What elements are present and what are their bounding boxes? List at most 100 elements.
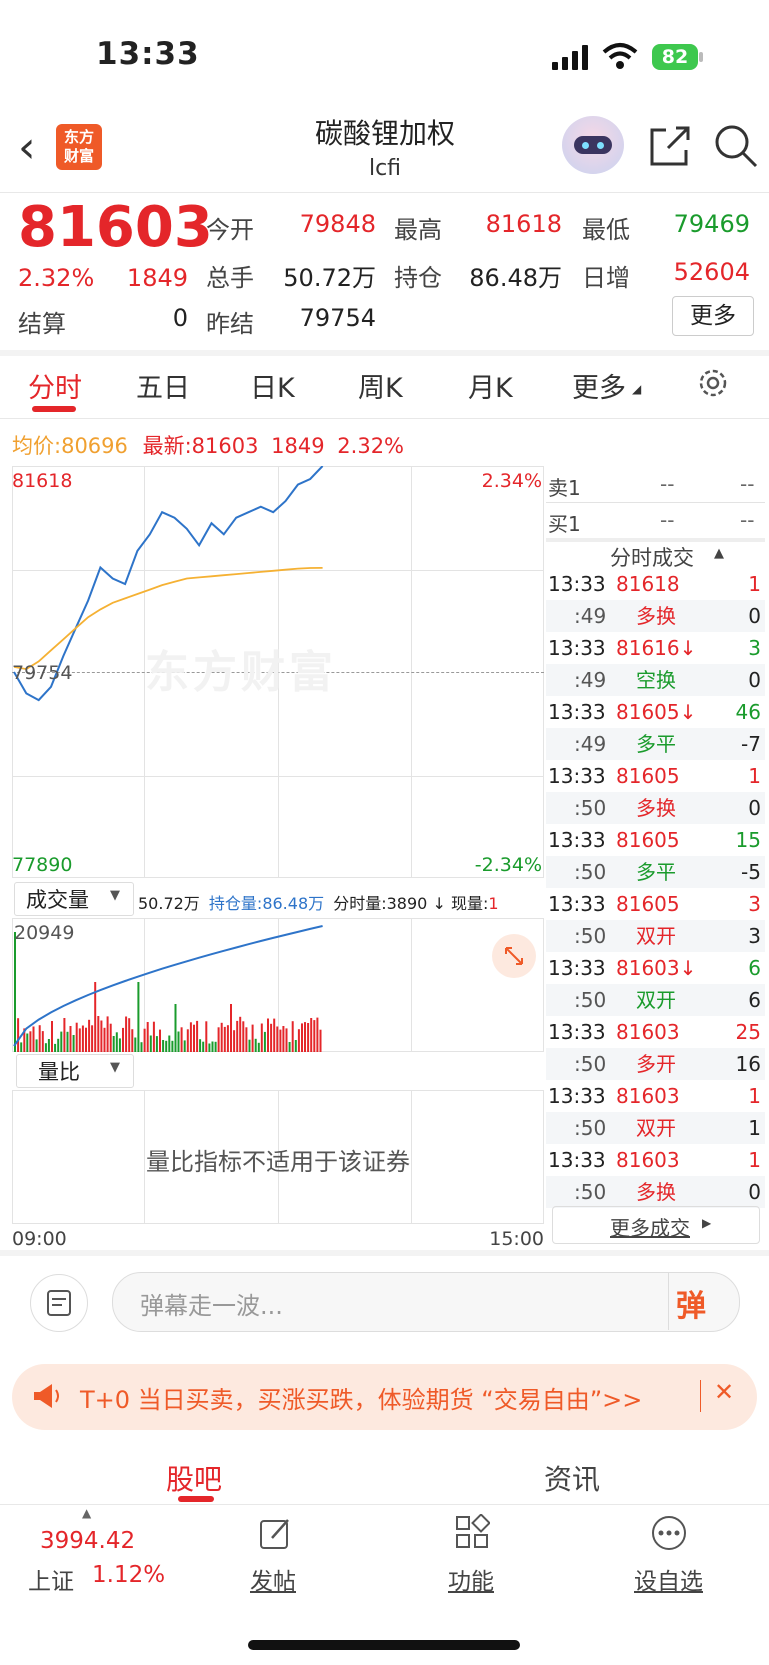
battery-indicator: 82 — [652, 44, 698, 70]
volume-bar — [66, 1031, 69, 1052]
trade-time: 13:33 — [548, 636, 606, 660]
volume-bar — [196, 1020, 199, 1052]
trade-kind: 多平 — [636, 860, 676, 884]
volume-bar — [146, 1022, 149, 1052]
function-grid-icon[interactable] — [454, 1514, 490, 1550]
more-dots-icon[interactable] — [650, 1514, 688, 1552]
chart-bottom-price: 77890 — [12, 854, 73, 876]
volume-bar — [177, 1031, 180, 1052]
trade-oi-change: 0 — [748, 796, 761, 820]
tab-monthly[interactable]: 月K — [468, 366, 513, 405]
battery-tip — [699, 52, 703, 62]
volume-bar — [233, 1030, 236, 1052]
volume-bar — [220, 1022, 223, 1052]
settings-gear-icon[interactable] — [696, 366, 730, 400]
volume-bar — [109, 1023, 112, 1052]
volume-bar — [205, 1021, 208, 1052]
volume-bar — [75, 1022, 78, 1052]
volume-bar — [168, 1035, 171, 1052]
trade-time: 13:33 — [548, 572, 606, 596]
volume-bar — [310, 1018, 313, 1052]
danmu-button[interactable]: 弹 — [676, 1281, 706, 1325]
sort-up-icon: ▲ — [714, 546, 724, 561]
volume-bar — [60, 1031, 63, 1052]
volume-bar — [214, 1041, 217, 1052]
tab-5day[interactable]: 五日 — [136, 366, 190, 405]
expand-icon[interactable] — [492, 934, 536, 978]
volume-bar — [239, 1016, 242, 1052]
index-value[interactable]: 3994.42 — [40, 1528, 135, 1554]
trade-time: 13:33 — [548, 1148, 606, 1172]
tab-weekly[interactable]: 周K — [358, 366, 403, 405]
trade-volume: 25 — [735, 1020, 761, 1044]
tab-guba[interactable]: 股吧 — [166, 1458, 222, 1498]
volume-bar — [35, 1039, 38, 1052]
volume-bar — [143, 1028, 146, 1052]
tab-daily[interactable]: 日K — [250, 366, 295, 405]
trade-volume: 1 — [748, 1084, 761, 1108]
edit-post-icon[interactable] — [258, 1516, 294, 1552]
home-indicator — [248, 1640, 520, 1650]
share-icon[interactable] — [648, 124, 692, 168]
chart-top-price: 81618 — [12, 470, 73, 492]
trade-kind: 双开 — [636, 988, 676, 1012]
volume-bar — [69, 1026, 72, 1052]
volume-bar — [304, 1022, 306, 1052]
volume-bar — [251, 1024, 254, 1052]
tab-more[interactable]: 更多 — [572, 366, 626, 405]
trade-volume: 3 — [748, 892, 761, 916]
trade-volume: 46 — [735, 700, 761, 724]
add-watchlist-button[interactable]: 设自选 — [634, 1562, 703, 1596]
search-icon[interactable] — [712, 122, 760, 170]
chevron-down-icon: ▼ — [110, 888, 120, 903]
comment-settings-icon[interactable] — [30, 1274, 88, 1332]
trade-row: 13:33 81603 1 — [546, 1144, 765, 1176]
low-label: 最低 — [582, 216, 630, 244]
tab-news[interactable]: 资讯 — [544, 1458, 600, 1498]
expand-up-icon[interactable]: ▲ — [82, 1506, 91, 1520]
promo-text: T+0 当日买卖，买涨买跌，体验期货 “交易自由”>> — [80, 1386, 643, 1414]
close-icon[interactable]: ✕ — [714, 1378, 734, 1406]
trade-price: 81603 — [616, 1020, 680, 1044]
price-lines — [13, 466, 324, 702]
volume-bar — [91, 1025, 94, 1052]
volume-bar — [279, 1029, 282, 1052]
trade-second: :50 — [574, 988, 607, 1012]
volume-bar — [14, 932, 16, 1052]
time-start: 09:00 — [12, 1228, 67, 1250]
volume-bar — [152, 1021, 155, 1052]
volume-bar — [276, 1026, 279, 1052]
volume-bar — [26, 1033, 29, 1052]
sell1-volume: -- — [740, 472, 755, 496]
trade-volume: 1 — [748, 764, 761, 788]
tab-intraday[interactable]: 分时 — [28, 366, 82, 405]
prev-settle-value: 79754 — [299, 304, 376, 332]
change-pct: 2.32% — [18, 264, 95, 292]
volume-bar — [316, 1017, 319, 1052]
volume-bar — [186, 1029, 189, 1052]
more-quote-button[interactable]: 更多 — [672, 296, 754, 336]
change-value: 1849 — [126, 264, 188, 292]
volume-bar — [38, 1025, 41, 1052]
header-divider — [0, 192, 769, 193]
back-icon[interactable]: ‹ — [18, 126, 36, 170]
volume-bar — [131, 1029, 134, 1052]
volume-bar — [183, 1040, 186, 1052]
volume-bar — [211, 1041, 214, 1052]
function-button[interactable]: 功能 — [448, 1562, 494, 1596]
volume-bar — [254, 1038, 257, 1052]
average-line — [13, 567, 323, 671]
page-subtitle: lcfi — [368, 156, 402, 181]
volume-bar — [103, 1027, 106, 1052]
volume-bar — [140, 1042, 143, 1052]
post-button[interactable]: 发帖 — [250, 1562, 296, 1596]
assistant-robot-icon[interactable] — [562, 116, 624, 174]
volume-bar — [242, 1021, 245, 1052]
volume-bar — [100, 1020, 103, 1052]
chart-mid-price: 79754 — [12, 662, 73, 684]
index-pct[interactable]: 1.12% — [92, 1562, 165, 1588]
index-name[interactable]: 上证 — [28, 1562, 74, 1596]
section-gap — [0, 350, 769, 356]
open-label: 今开 — [206, 216, 254, 244]
volume-bar — [189, 1022, 192, 1052]
